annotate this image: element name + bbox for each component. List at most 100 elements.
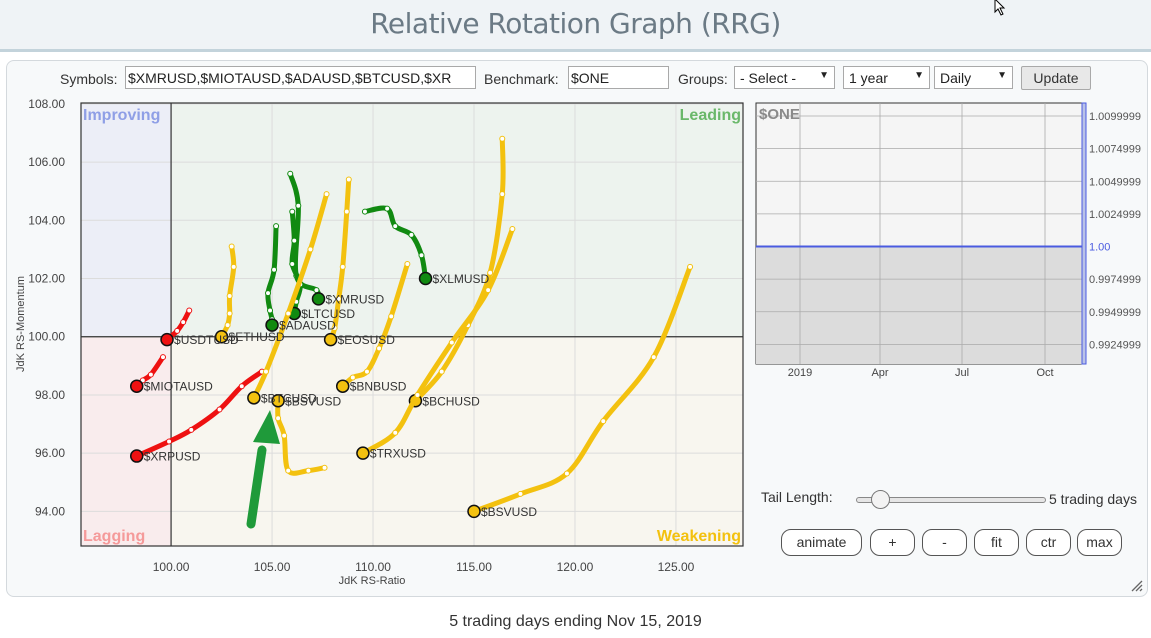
tail-point-btcusd — [307, 246, 314, 253]
tail-point-xlmusd — [408, 231, 415, 238]
y-tick-label: 104.00 — [28, 213, 65, 227]
tail-point-btcusd — [323, 191, 330, 198]
head-marker-miotausd[interactable] — [129, 379, 144, 393]
y-tick-label: 98.00 — [35, 388, 65, 402]
tail-point-trxusd — [448, 339, 455, 346]
tail-point-bchusd — [438, 368, 445, 375]
symbol-label-bsvusd_2: $BSVUSD — [285, 394, 341, 408]
tail-point-usdtusd — [186, 307, 193, 314]
tail-point-bsvusd — [517, 490, 524, 497]
quadrant-label-lagging: Lagging — [83, 528, 145, 545]
tail-point-bsvusd_2 — [305, 467, 312, 474]
tail-point-xlmusd — [418, 252, 425, 259]
y-tick-label: 106.00 — [28, 155, 65, 169]
tail-point-adausd — [265, 290, 272, 297]
tail-point-xmrusd — [313, 287, 320, 294]
tail-point-ethusd — [226, 292, 233, 299]
tail-point-adausd — [271, 266, 278, 273]
y-axis-label: JdK RS-Momentum — [15, 276, 27, 372]
symbol-label-miotausd: $MIOTAUSD — [144, 380, 213, 394]
tail-point-xrpusd — [188, 426, 195, 433]
x-tick-label: 100.00 — [153, 560, 190, 574]
head-marker-btcusd[interactable] — [247, 391, 261, 405]
tail-point-ethusd — [224, 322, 231, 329]
y-tick-label: 102.00 — [28, 272, 65, 286]
tail-point-bsvusd — [563, 470, 570, 477]
symbol-label-xlmusd: $XLMUSD — [433, 272, 490, 286]
head-marker-xlmusd[interactable] — [418, 271, 433, 286]
tail-point-ltcusd — [289, 260, 296, 267]
tail-point-xrpusd — [238, 383, 245, 390]
tail-point-trxusd — [392, 429, 399, 436]
quadrant-label-weakening: Weakening — [657, 528, 741, 545]
x-tick-label: 120.00 — [557, 560, 594, 574]
tail-point-trxusd — [414, 391, 421, 398]
y-tick-label: 94.00 — [35, 504, 65, 518]
head-marker-usdtusd[interactable] — [160, 332, 174, 347]
tail-point-ltcusd — [291, 237, 298, 244]
tail-point-adausd — [267, 307, 274, 314]
symbol-label-ethusd: $ETHUSD — [229, 330, 285, 344]
symbol-label-adausd: $ADAUSD — [279, 319, 336, 333]
y-tick-label: 100.00 — [28, 330, 65, 344]
tail-point-adausd — [273, 223, 280, 230]
symbol-label-eosusd: $EOSUSD — [338, 333, 396, 347]
quadrant-label-leading: Leading — [680, 107, 741, 124]
tail-point-xrpusd — [216, 406, 223, 413]
tail-point-bnbusd — [404, 260, 411, 267]
tail-point-ltcusd — [289, 208, 296, 215]
head-marker-xrpusd[interactable] — [129, 449, 144, 463]
symbol-label-xrpusd: $XRPUSD — [144, 450, 201, 464]
tail-point-ethusd — [226, 310, 233, 317]
tail-point-ethusd — [228, 243, 235, 250]
tail-point-xlmusd — [384, 205, 391, 212]
y-tick-label: 108.00 — [28, 97, 65, 111]
tail-point-btcusd — [285, 310, 292, 317]
tail-point-miotausd — [147, 371, 154, 378]
y-tick-label: 96.00 — [35, 446, 65, 460]
footer-caption: 5 trading days ending Nov 15, 2019 — [449, 613, 702, 630]
tail-point-trxusd — [485, 287, 492, 294]
symbol-label-bsvusd: $BSVUSD — [481, 505, 537, 519]
tail-point-bsvusd_2 — [281, 432, 288, 439]
head-marker-trxusd[interactable] — [356, 446, 370, 460]
tail-point-bsvusd — [600, 418, 607, 425]
tail-point-btcusd — [262, 368, 269, 375]
quadrant-label-improving: Improving — [83, 107, 160, 124]
x-axis-label: JdK RS-Ratio — [339, 575, 406, 587]
tail-point-miotausd — [159, 354, 166, 361]
tail-point-xmrusd — [295, 202, 302, 209]
tail-point-trxusd — [509, 226, 516, 233]
head-marker-eosusd[interactable] — [323, 332, 338, 347]
head-marker-bsvusd[interactable] — [467, 504, 481, 519]
x-tick-label: 105.00 — [254, 560, 291, 574]
symbol-label-xmrusd: $XMRUSD — [325, 292, 384, 306]
tail-point-eosusd — [345, 176, 352, 183]
tail-point-bsvusd — [687, 263, 694, 270]
tail-point-bsvusd_2 — [275, 415, 282, 422]
tail-point-bsvusd_2 — [285, 467, 292, 474]
x-tick-label: 115.00 — [456, 560, 492, 574]
tail-point-ethusd — [230, 263, 237, 270]
tail-point-xlmusd — [361, 208, 368, 215]
head-marker-xmrusd[interactable] — [311, 292, 326, 306]
symbol-label-bchusd: $BCHUSD — [422, 394, 480, 408]
x-tick-label: 110.00 — [355, 560, 391, 574]
rrg-chart[interactable]: 100.00 105.00 110.00 115.00 120.00 125.00 94.0… — [0, 0, 1151, 638]
tail-point-bnbusd — [363, 368, 370, 375]
tail-point-bchusd — [499, 191, 506, 198]
tail-point-xrpusd — [166, 438, 173, 445]
x-tick-label: 125.00 — [658, 560, 695, 574]
symbol-label-bnbusd: $BNBUSD — [350, 380, 407, 394]
tail-point-eosusd — [339, 263, 346, 270]
tail-point-bsvusd_2 — [321, 464, 328, 471]
tail-point-xlmusd — [392, 223, 399, 230]
tail-point-xmrusd — [287, 170, 294, 177]
tail-point-bnbusd — [388, 313, 395, 320]
tail-point-eosusd — [343, 208, 350, 215]
tail-point-bchusd — [499, 135, 506, 142]
tail-point-bsvusd — [650, 354, 657, 361]
symbol-label-trxusd: $TRXUSD — [370, 447, 426, 461]
tail-point-usdtusd — [180, 319, 187, 326]
head-marker-bnbusd[interactable] — [335, 379, 350, 393]
